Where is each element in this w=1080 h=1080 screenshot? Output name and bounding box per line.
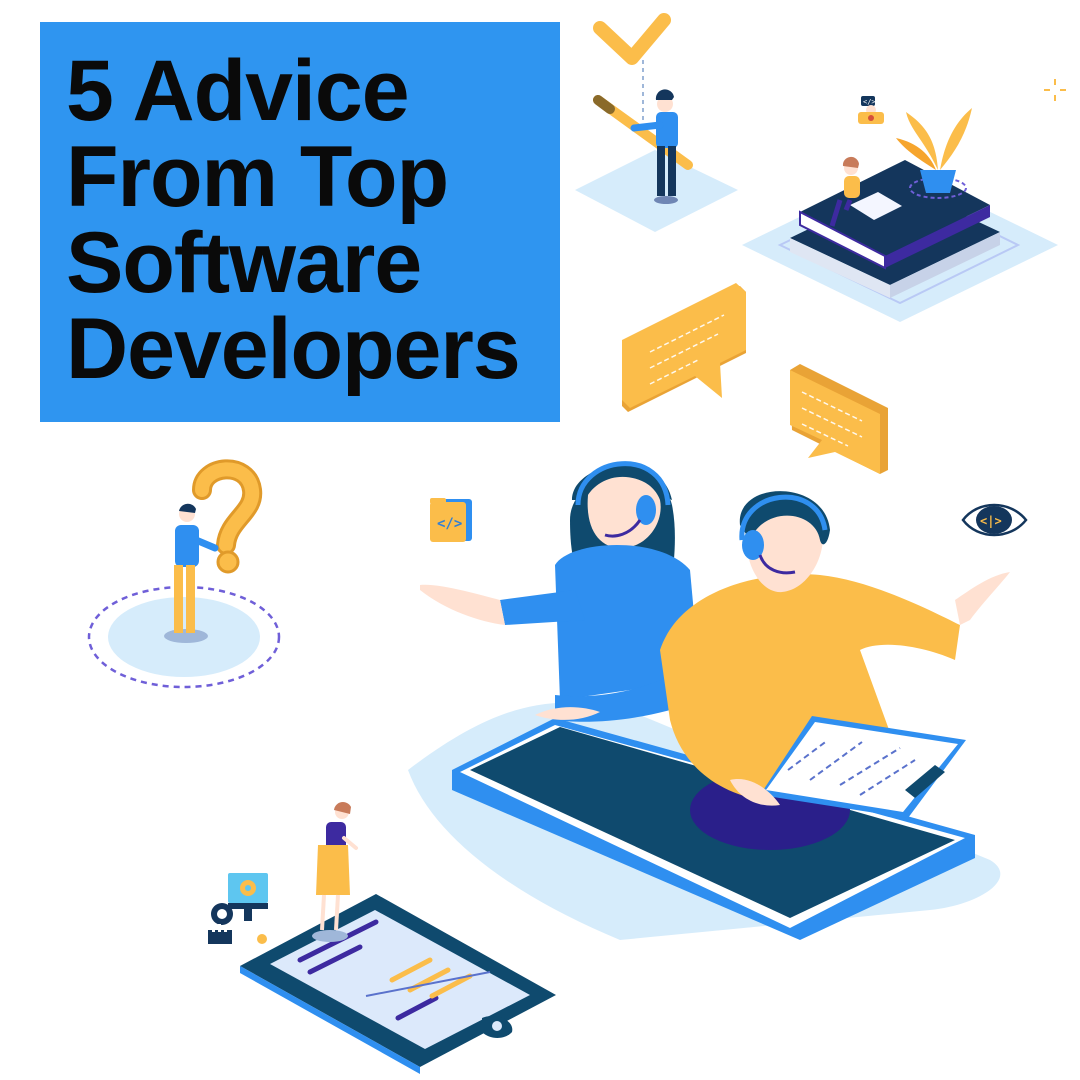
gear-monitor-icon [208,873,268,944]
svg-text:</>: </> [863,98,876,106]
svg-text:</>: </> [437,516,462,532]
chat-bubble-icon [622,283,746,412]
robot-icon: </> [858,96,884,124]
svg-text:<|>: <|> [980,514,1002,528]
checkmark-icon [593,13,671,65]
question-mark-icon [192,459,263,574]
code-folder-icon: </> [430,498,472,542]
question-person-scene [87,459,281,689]
chat-bubble-icon [790,364,888,474]
illustration: </> </> <|> [87,13,1066,1074]
sparkle-icon [1044,79,1066,101]
books-scene [742,108,1058,322]
pencil-person-scene [575,13,738,232]
code-eye-icon: <|> [961,503,1028,537]
